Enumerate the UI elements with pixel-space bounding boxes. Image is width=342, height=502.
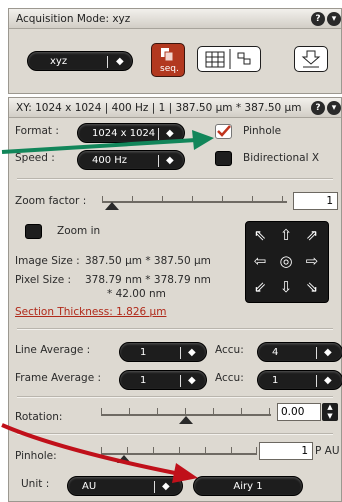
dropdown-arrows-icon: ◆: [166, 155, 174, 166]
rotation-input[interactable]: 0.00: [277, 403, 321, 421]
stepper-up-icon[interactable]: ▲: [322, 403, 338, 412]
pinhole-slider[interactable]: [101, 443, 257, 465]
dropdown-arrows-icon: ◆: [188, 375, 196, 386]
acquisition-mode-dropdown[interactable]: xyz ◆: [27, 51, 133, 71]
frame-accu-value: 1: [272, 375, 279, 386]
airy-1-button[interactable]: Airy 1: [193, 476, 303, 496]
rotation-slider-thumb[interactable]: [179, 416, 193, 424]
pinhole-checkbox[interactable]: [215, 124, 232, 139]
zoom-in-checkbox[interactable]: [25, 224, 42, 239]
pan-up-icon[interactable]: ⇧: [276, 225, 296, 245]
zoom-factor-input[interactable]: 1: [293, 192, 338, 210]
xy-settings-panel: XY: 1024 x 1024 | 400 Hz | 1 | 387.50 µm…: [8, 97, 342, 502]
acquisition-title: Acquisition Mode: xyz: [9, 9, 341, 29]
pinhole-unit-label: P AU: [315, 445, 340, 457]
divider: [17, 178, 333, 180]
bidirectional-checkbox[interactable]: [215, 151, 232, 166]
divider: [17, 433, 333, 435]
help-icon[interactable]: ?: [311, 12, 325, 26]
checkmark-icon: [217, 125, 231, 137]
speed-label: Speed :: [15, 152, 55, 164]
dropdown-arrows-icon: ◆: [324, 375, 332, 386]
frame-accu-label: Accu:: [215, 372, 244, 384]
pan-down-left-icon[interactable]: ⇙: [250, 277, 270, 297]
help-icon[interactable]: ?: [311, 101, 325, 115]
line-average-value: 1: [140, 347, 147, 358]
pan-right-icon[interactable]: ⇨: [302, 251, 322, 271]
pan-left-icon[interactable]: ⇦: [250, 251, 270, 271]
airy-1-button-label: Airy 1: [233, 481, 263, 492]
pan-up-right-icon[interactable]: ⇗: [302, 225, 322, 245]
line-accumulation-dropdown[interactable]: 4 ◆: [257, 342, 342, 362]
download-icon: [301, 50, 321, 68]
download-button[interactable]: [294, 46, 328, 72]
format-dropdown[interactable]: 1024 x 1024 ◆: [77, 123, 185, 143]
format-label: Format :: [15, 125, 59, 137]
divider: [17, 396, 333, 398]
collapse-icon[interactable]: ▾: [327, 12, 341, 26]
frame-average-label: Frame Average :: [15, 372, 102, 384]
line-average-label: Line Average :: [15, 344, 91, 356]
image-size-value: 387.50 µm * 387.50 µm: [85, 255, 211, 267]
grid-tile-button[interactable]: [197, 46, 261, 72]
dropdown-arrows-icon: ◆: [188, 347, 196, 358]
divider: [17, 328, 333, 330]
pan-up-left-icon[interactable]: ⇖: [250, 225, 270, 245]
format-value: 1024 x 1024: [92, 128, 156, 139]
pinhole-input[interactable]: 1: [259, 442, 313, 460]
acquisition-mode-value: xyz: [50, 56, 68, 67]
collapse-icon[interactable]: ▾: [327, 101, 341, 115]
line-average-dropdown[interactable]: 1 ◆: [119, 342, 207, 362]
image-size-label: Image Size :: [15, 255, 80, 267]
xy-panel-title: XY: 1024 x 1024 | 400 Hz | 1 | 387.50 µm…: [9, 98, 341, 118]
pinhole-label: Pinhole:: [15, 450, 57, 462]
dropdown-arrows-icon: ◆: [162, 481, 170, 492]
frame-average-dropdown[interactable]: 1 ◆: [119, 370, 207, 390]
rotation-stepper[interactable]: ▲ ▼: [322, 403, 338, 421]
dropdown-arrows-icon: ◆: [324, 347, 332, 358]
section-thickness-link[interactable]: Section Thickness: 1.826 µm: [15, 306, 166, 318]
sequential-scan-button[interactable]: seq.: [151, 43, 185, 77]
pixel-size-z-value: * 42.00 nm: [107, 288, 166, 300]
rotation-label: Rotation:: [15, 411, 63, 423]
line-accu-value: 4: [272, 347, 279, 358]
pan-down-right-icon[interactable]: ⇘: [302, 277, 322, 297]
tile-scan-icon: [205, 49, 251, 69]
zoom-slider[interactable]: [102, 192, 287, 212]
unit-dropdown[interactable]: AU ◆: [67, 476, 183, 496]
zoom-in-label: Zoom in: [57, 225, 101, 237]
zoom-factor-label: Zoom factor :: [15, 195, 87, 207]
sequential-label: seq.: [160, 64, 179, 74]
pixel-size-value: 378.79 nm * 378.79 nm: [85, 274, 211, 286]
dropdown-arrows-icon: ◆: [166, 128, 174, 139]
acquisition-panel: Acquisition Mode: xyz ? ▾ xyz ◆ seq.: [8, 8, 342, 94]
pixel-size-label: Pixel Size :: [15, 274, 72, 286]
pinhole-slider-thumb[interactable]: [117, 455, 131, 463]
speed-dropdown[interactable]: 400 Hz ◆: [77, 150, 185, 170]
pan-center-icon[interactable]: ◎: [276, 251, 296, 271]
stepper-down-icon[interactable]: ▼: [322, 412, 338, 421]
bidirectional-label: Bidirectional X: [243, 152, 320, 164]
pan-navigation-pad: ⇖ ⇧ ⇗ ⇦ ◎ ⇨ ⇙ ⇩ ⇘: [245, 221, 329, 303]
pan-down-icon[interactable]: ⇩: [276, 277, 296, 297]
zoom-slider-thumb[interactable]: [105, 202, 119, 210]
line-accu-label: Accu:: [215, 344, 244, 356]
speed-value: 400 Hz: [92, 155, 128, 166]
frame-accumulation-dropdown[interactable]: 1 ◆: [257, 370, 342, 390]
unit-label: Unit :: [21, 478, 50, 490]
frame-average-value: 1: [140, 375, 147, 386]
pinhole-checkbox-label: Pinhole: [243, 125, 282, 137]
dropdown-arrows-icon: ◆: [116, 56, 124, 67]
unit-value: AU: [82, 481, 97, 492]
rotation-slider[interactable]: [101, 404, 271, 426]
